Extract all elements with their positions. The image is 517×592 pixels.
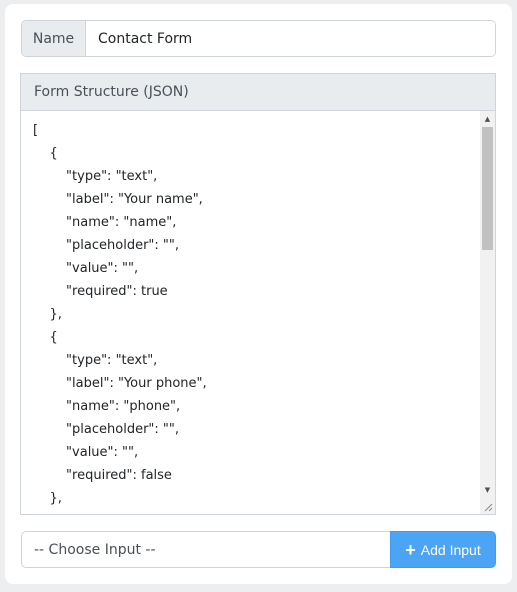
json-line: "placeholder": "",: [33, 238, 179, 253]
name-label: Name: [22, 21, 86, 56]
json-line: },: [33, 491, 62, 506]
vertical-scrollbar[interactable]: ▲ ▼: [480, 111, 495, 498]
name-input[interactable]: [86, 21, 495, 56]
json-line: "label": "Your phone",: [33, 376, 207, 391]
scroll-up-icon[interactable]: ▲: [480, 112, 495, 126]
json-line: "value": "",: [33, 445, 139, 460]
json-line: "label": "Your name",: [33, 192, 203, 207]
json-line: "required": false: [33, 468, 172, 483]
form-structure-header: Form Structure (JSON): [21, 74, 495, 111]
form-builder-card: Name Form Structure (JSON) [ { "type": "…: [5, 4, 512, 584]
choose-input-select[interactable]: -- Choose Input --: [21, 531, 390, 568]
plus-icon: +: [405, 539, 416, 560]
name-input-group: Name: [21, 20, 496, 57]
json-line: },: [33, 307, 62, 322]
json-line: {: [33, 330, 58, 345]
json-line: "type": "text",: [33, 169, 158, 184]
json-content: [ { "type": "text", "label": "Your name"…: [33, 119, 478, 510]
json-line: "type": "text",: [33, 353, 158, 368]
json-line: {: [33, 146, 58, 161]
json-line: "placeholder": "",: [33, 422, 179, 437]
json-line: "required": true: [33, 284, 168, 299]
scroll-down-icon[interactable]: ▼: [480, 483, 495, 497]
json-textarea[interactable]: [ { "type": "text", "label": "Your name"…: [21, 111, 495, 514]
json-line: [: [33, 123, 39, 138]
json-line: "name": "name",: [33, 215, 177, 230]
json-line: "name": "phone",: [33, 399, 181, 414]
choose-input-value: -- Choose Input --: [34, 541, 156, 558]
scroll-thumb[interactable]: [482, 127, 493, 250]
form-structure-panel: Form Structure (JSON) [ { "type": "text"…: [20, 73, 496, 515]
json-line: "value": "",: [33, 261, 139, 276]
add-input-button[interactable]: + Add Input: [390, 531, 496, 568]
resize-handle-icon[interactable]: [480, 498, 495, 514]
add-input-label: Add Input: [420, 541, 481, 558]
